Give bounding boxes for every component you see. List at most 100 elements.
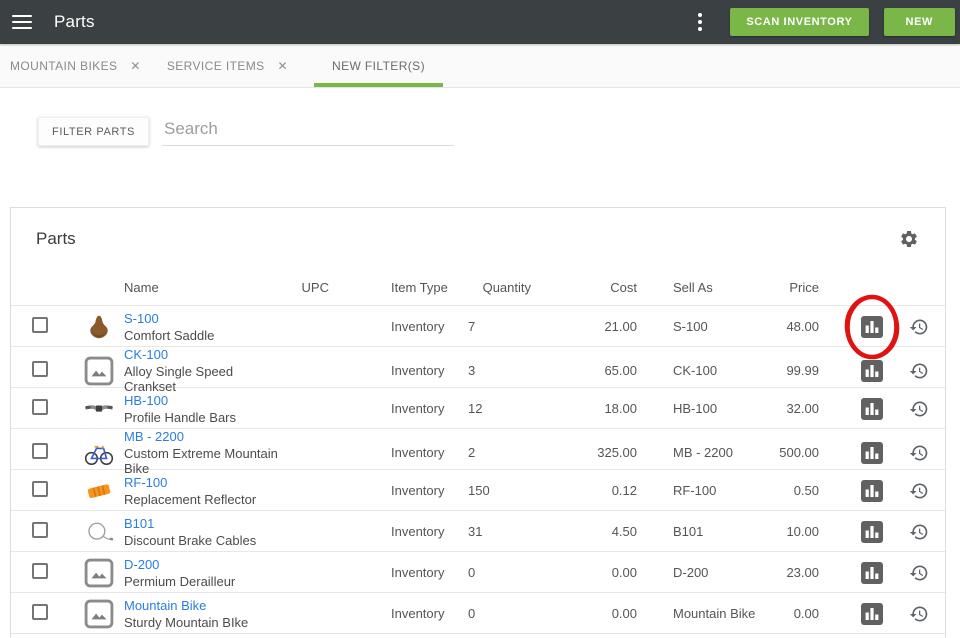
close-tab-icon[interactable]: ✕ (130, 60, 140, 72)
row-checkbox[interactable] (32, 399, 48, 415)
bar-chart-icon[interactable] (861, 562, 883, 584)
item-type-cell: Inventory (329, 319, 468, 334)
placeholder-image (84, 356, 114, 386)
part-name-link[interactable]: B101 (124, 516, 279, 531)
column-header-name[interactable]: Name (124, 280, 279, 295)
item-type-cell: Inventory (329, 524, 468, 539)
cost-cell: 0.00 (551, 565, 637, 580)
filter-tab-bar: MOUNTAIN BIKES ✕ SERVICE ITEMS ✕ NEW FIL… (0, 44, 960, 88)
cost-cell: 21.00 (551, 319, 637, 334)
tab-label: NEW FILTER(S) (332, 59, 425, 73)
item-type-cell: Inventory (329, 401, 468, 416)
bar-chart-icon[interactable] (861, 603, 883, 625)
price-cell: 0.50 (761, 483, 819, 498)
row-checkbox[interactable] (32, 361, 48, 377)
row-checkbox[interactable] (32, 317, 48, 333)
column-header-quantity[interactable]: Quantity (468, 280, 551, 295)
column-header-price[interactable]: Price (761, 280, 819, 295)
price-cell: 99.99 (761, 363, 819, 378)
part-description: Alloy Single Speed Crankset (124, 364, 279, 394)
price-cell: 0.00 (761, 606, 819, 621)
bar-chart-icon[interactable] (861, 398, 883, 420)
part-description: Sturdy Mountain BIke (124, 615, 279, 630)
table-row: S-100 Comfort Saddle Inventory 7 21.00 S… (11, 305, 945, 346)
history-clock-icon[interactable] (909, 317, 929, 337)
part-description: Replacement Reflector (124, 492, 279, 507)
quantity-cell: 2 (468, 445, 551, 460)
quantity-cell: 31 (468, 524, 551, 539)
placeholder-image (84, 599, 114, 629)
table-row: B101 Discount Brake Cables Inventory 31 … (11, 510, 945, 551)
part-name-link[interactable]: MB - 2200 (124, 429, 279, 444)
new-button[interactable]: NEW (884, 8, 955, 36)
part-name-link[interactable]: D-200 (124, 557, 279, 572)
table-row: D-200 Permium Derailleur Inventory 0 0.0… (11, 551, 945, 592)
table-row: RF-100 Replacement Reflector Inventory 1… (11, 469, 945, 510)
sell-as-cell: S-100 (637, 319, 761, 334)
more-options-icon[interactable] (692, 9, 708, 35)
close-tab-icon[interactable]: ✕ (278, 60, 288, 72)
column-header-upc[interactable]: UPC (279, 280, 329, 295)
cable-image (84, 517, 114, 547)
search-input[interactable] (162, 117, 454, 146)
sell-as-cell: B101 (637, 524, 761, 539)
row-checkbox[interactable] (32, 443, 48, 459)
row-checkbox[interactable] (32, 563, 48, 579)
reflector-image (84, 476, 114, 506)
quantity-cell: 12 (468, 401, 551, 416)
handlebars-image (84, 394, 114, 424)
part-name-link[interactable]: RF-100 (124, 475, 279, 490)
bar-chart-icon[interactable] (861, 360, 883, 382)
history-clock-icon[interactable] (909, 443, 929, 463)
tab-service-items[interactable]: SERVICE ITEMS ✕ (167, 44, 288, 87)
column-header-item-type[interactable]: Item Type (329, 280, 468, 295)
bar-chart-icon[interactable] (861, 316, 883, 338)
history-clock-icon[interactable] (909, 522, 929, 542)
part-name-link[interactable]: S-100 (124, 311, 279, 326)
part-description: Comfort Saddle (124, 328, 279, 343)
parts-page: Parts SCAN INVENTORY NEW MOUNTAIN BIKES … (0, 0, 960, 638)
part-name-link[interactable]: CK-100 (124, 347, 279, 362)
part-name-link[interactable]: Mountain Bike (124, 598, 279, 613)
bar-chart-icon[interactable] (861, 521, 883, 543)
tab-label: MOUNTAIN BIKES (10, 59, 117, 73)
history-clock-icon[interactable] (909, 399, 929, 419)
price-cell: 500.00 (761, 445, 819, 460)
tab-new-filters[interactable]: NEW FILTER(S) (314, 44, 443, 87)
item-type-cell: Inventory (329, 606, 468, 621)
quantity-cell: 150 (468, 483, 551, 498)
column-header-sell-as[interactable]: Sell As (637, 280, 761, 295)
history-clock-icon[interactable] (909, 563, 929, 583)
cost-cell: 0.00 (551, 606, 637, 621)
card-title: Parts (36, 229, 76, 249)
cost-cell: 18.00 (551, 401, 637, 416)
column-header-cost[interactable]: Cost (551, 280, 637, 295)
part-name-link[interactable]: HB-100 (124, 393, 279, 408)
part-description: Profile Handle Bars (124, 410, 279, 425)
history-clock-icon[interactable] (909, 481, 929, 501)
row-checkbox[interactable] (32, 604, 48, 620)
cost-cell: 65.00 (551, 363, 637, 378)
parts-table-body: S-100 Comfort Saddle Inventory 7 21.00 S… (11, 305, 945, 633)
table-row: Mountain Bike Sturdy Mountain BIke Inven… (11, 592, 945, 633)
settings-gear-icon[interactable] (897, 227, 921, 251)
app-bar: Parts SCAN INVENTORY NEW (0, 0, 960, 44)
price-cell: 48.00 (761, 319, 819, 334)
bar-chart-icon[interactable] (861, 442, 883, 464)
sell-as-cell: RF-100 (637, 483, 761, 498)
row-checkbox[interactable] (32, 522, 48, 538)
sell-as-cell: Mountain Bike (637, 606, 761, 621)
filter-parts-button[interactable]: FILTER PARTS (38, 117, 149, 146)
tab-mountain-bikes[interactable]: MOUNTAIN BIKES ✕ (10, 44, 141, 87)
history-clock-icon[interactable] (909, 604, 929, 624)
part-description: Discount Brake Cables (124, 533, 279, 548)
history-clock-icon[interactable] (909, 361, 929, 381)
sell-as-cell: CK-100 (637, 363, 761, 378)
part-description: Permium Derailleur (124, 574, 279, 589)
row-checkbox[interactable] (32, 481, 48, 497)
hamburger-menu-icon[interactable] (12, 11, 32, 33)
table-header-row: Name UPC Item Type Quantity Cost Sell As… (11, 270, 945, 305)
scan-inventory-button[interactable]: SCAN INVENTORY (730, 8, 868, 36)
bar-chart-icon[interactable] (861, 480, 883, 502)
filter-section: FILTER PARTS (38, 117, 454, 146)
